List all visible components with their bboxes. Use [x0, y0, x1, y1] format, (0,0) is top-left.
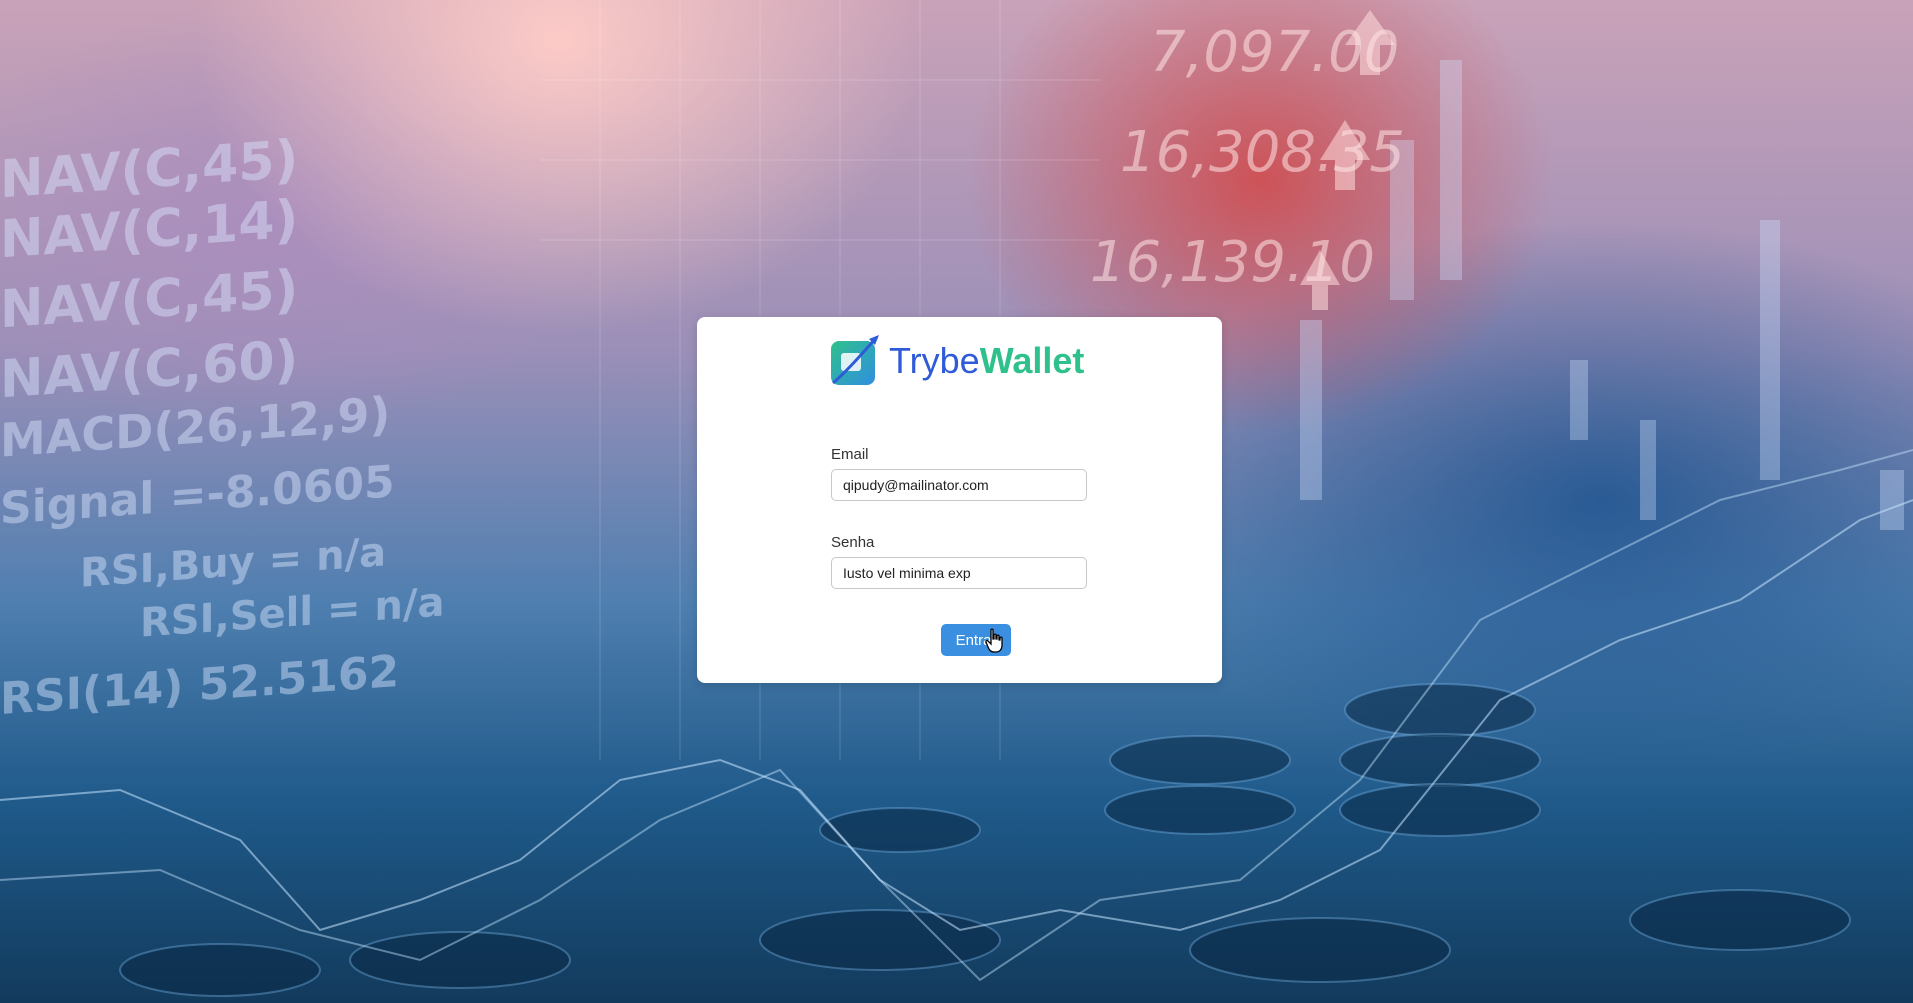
- mouse-pointer-icon: [985, 628, 1003, 653]
- email-input[interactable]: [831, 469, 1087, 501]
- background-price-text: 7,097.00: [1150, 20, 1400, 85]
- password-label: Senha: [831, 534, 875, 551]
- login-card: Trybe Wallet Email Senha Entrar: [697, 317, 1222, 683]
- background-price-text: 16,139.10: [1090, 230, 1376, 295]
- email-label: Email: [831, 446, 869, 463]
- password-input[interactable]: [831, 557, 1087, 589]
- app-logo: Trybe Wallet: [827, 331, 1107, 391]
- wallet-logo-icon: [831, 335, 879, 385]
- background-price-text: 16,308.35: [1120, 120, 1406, 185]
- logo-text-wallet: Wallet: [979, 340, 1085, 381]
- logo-text-trybe: Trybe: [889, 340, 980, 381]
